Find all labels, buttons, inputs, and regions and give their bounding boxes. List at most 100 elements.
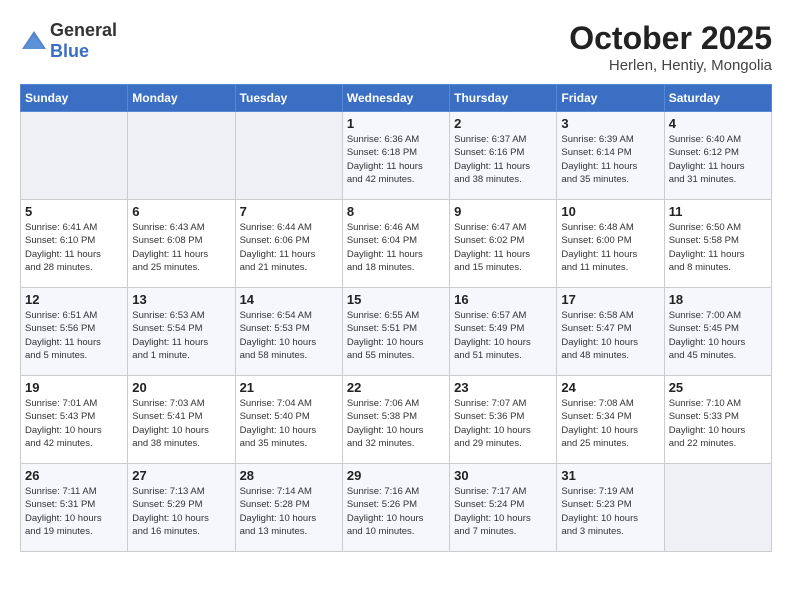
day-number: 24	[561, 380, 659, 395]
calendar-cell: 21 Sunrise: 7:04 AM Sunset: 5:40 PM Dayli…	[235, 376, 342, 464]
weekday-header-tuesday: Tuesday	[235, 85, 342, 112]
calendar-cell: 13 Sunrise: 6:53 AM Sunset: 5:54 PM Dayli…	[128, 288, 235, 376]
logo: General Blue	[20, 20, 117, 62]
calendar-cell: 18Sunrise: 7:00 AM Sunset: 5:45 PM Dayli…	[664, 288, 771, 376]
day-number: 20	[132, 380, 230, 395]
calendar-body: 1 Sunrise: 6:36 AM Sunset: 6:18 PM Daylig…	[21, 112, 772, 552]
weekday-header-wednesday: Wednesday	[342, 85, 449, 112]
day-info: Sunrise: 6:53 AM Sunset: 5:54 PM Dayligh…	[132, 309, 230, 362]
day-info: Sunrise: 7:04 AM Sunset: 5:40 PM Dayligh…	[240, 397, 338, 450]
day-info: Sunrise: 6:47 AM Sunset: 6:02 PM Dayligh…	[454, 221, 552, 274]
calendar-cell: 30 Sunrise: 7:17 AM Sunset: 5:24 PM Dayli…	[450, 464, 557, 552]
day-number: 6	[132, 204, 230, 219]
calendar-cell: 16Sunrise: 6:57 AM Sunset: 5:49 PM Dayli…	[450, 288, 557, 376]
day-info: Sunrise: 7:11 AM Sunset: 5:31 PM Dayligh…	[25, 485, 123, 538]
day-info: Sunrise: 6:50 AM Sunset: 5:58 PM Dayligh…	[669, 221, 767, 274]
calendar-header: SundayMondayTuesdayWednesdayThursdayFrid…	[21, 85, 772, 112]
calendar-cell	[664, 464, 771, 552]
calendar-cell: 28Sunrise: 7:14 AM Sunset: 5:28 PM Dayli…	[235, 464, 342, 552]
calendar-cell: 29 Sunrise: 7:16 AM Sunset: 5:26 PM Dayli…	[342, 464, 449, 552]
calendar-cell	[128, 112, 235, 200]
logo-icon	[20, 27, 48, 55]
weekday-header-friday: Friday	[557, 85, 664, 112]
day-info: Sunrise: 6:40 AM Sunset: 6:12 PM Dayligh…	[669, 133, 767, 186]
title-block: October 2025 Herlen, Hentiy, Mongolia	[569, 20, 772, 74]
calendar-week-3: 12Sunrise: 6:51 AM Sunset: 5:56 PM Dayli…	[21, 288, 772, 376]
day-info: Sunrise: 6:44 AM Sunset: 6:06 PM Dayligh…	[240, 221, 338, 274]
calendar-cell: 27 Sunrise: 7:13 AM Sunset: 5:29 PM Dayli…	[128, 464, 235, 552]
day-number: 1	[347, 116, 445, 131]
day-number: 17	[561, 292, 659, 307]
day-number: 5	[25, 204, 123, 219]
day-info: Sunrise: 6:43 AM Sunset: 6:08 PM Dayligh…	[132, 221, 230, 274]
day-info: Sunrise: 6:48 AM Sunset: 6:00 PM Dayligh…	[561, 221, 659, 274]
day-number: 22	[347, 380, 445, 395]
calendar-subtitle: Herlen, Hentiy, Mongolia	[569, 57, 772, 74]
calendar-cell: 1 Sunrise: 6:36 AM Sunset: 6:18 PM Daylig…	[342, 112, 449, 200]
page-header: General Blue October 2025 Herlen, Hentiy…	[20, 20, 772, 74]
calendar-table: SundayMondayTuesdayWednesdayThursdayFrid…	[20, 84, 772, 552]
day-number: 4	[669, 116, 767, 131]
day-info: Sunrise: 6:41 AM Sunset: 6:10 PM Dayligh…	[25, 221, 123, 274]
day-number: 26	[25, 468, 123, 483]
day-number: 15	[347, 292, 445, 307]
day-number: 3	[561, 116, 659, 131]
day-number: 13	[132, 292, 230, 307]
weekday-header-sunday: Sunday	[21, 85, 128, 112]
day-info: Sunrise: 7:17 AM Sunset: 5:24 PM Dayligh…	[454, 485, 552, 538]
day-info: Sunrise: 7:10 AM Sunset: 5:33 PM Dayligh…	[669, 397, 767, 450]
day-number: 9	[454, 204, 552, 219]
day-number: 25	[669, 380, 767, 395]
calendar-cell: 11Sunrise: 6:50 AM Sunset: 5:58 PM Dayli…	[664, 200, 771, 288]
day-info: Sunrise: 7:13 AM Sunset: 5:29 PM Dayligh…	[132, 485, 230, 538]
day-number: 29	[347, 468, 445, 483]
day-info: Sunrise: 7:07 AM Sunset: 5:36 PM Dayligh…	[454, 397, 552, 450]
day-info: Sunrise: 7:16 AM Sunset: 5:26 PM Dayligh…	[347, 485, 445, 538]
calendar-cell	[21, 112, 128, 200]
day-info: Sunrise: 7:01 AM Sunset: 5:43 PM Dayligh…	[25, 397, 123, 450]
calendar-cell: 23 Sunrise: 7:07 AM Sunset: 5:36 PM Dayli…	[450, 376, 557, 464]
calendar-cell	[235, 112, 342, 200]
day-number: 30	[454, 468, 552, 483]
calendar-cell: 9 Sunrise: 6:47 AM Sunset: 6:02 PM Daylig…	[450, 200, 557, 288]
day-number: 10	[561, 204, 659, 219]
calendar-cell: 25 Sunrise: 7:10 AM Sunset: 5:33 PM Dayli…	[664, 376, 771, 464]
calendar-cell: 24 Sunrise: 7:08 AM Sunset: 5:34 PM Dayli…	[557, 376, 664, 464]
calendar-cell: 6 Sunrise: 6:43 AM Sunset: 6:08 PM Daylig…	[128, 200, 235, 288]
day-info: Sunrise: 6:36 AM Sunset: 6:18 PM Dayligh…	[347, 133, 445, 186]
weekday-header-row: SundayMondayTuesdayWednesdayThursdayFrid…	[21, 85, 772, 112]
weekday-header-saturday: Saturday	[664, 85, 771, 112]
calendar-week-5: 26 Sunrise: 7:11 AM Sunset: 5:31 PM Dayli…	[21, 464, 772, 552]
day-info: Sunrise: 6:39 AM Sunset: 6:14 PM Dayligh…	[561, 133, 659, 186]
calendar-week-1: 1 Sunrise: 6:36 AM Sunset: 6:18 PM Daylig…	[21, 112, 772, 200]
calendar-cell: 22 Sunrise: 7:06 AM Sunset: 5:38 PM Dayli…	[342, 376, 449, 464]
day-number: 28	[240, 468, 338, 483]
day-info: Sunrise: 7:06 AM Sunset: 5:38 PM Dayligh…	[347, 397, 445, 450]
day-number: 23	[454, 380, 552, 395]
day-number: 27	[132, 468, 230, 483]
weekday-header-monday: Monday	[128, 85, 235, 112]
calendar-week-2: 5 Sunrise: 6:41 AM Sunset: 6:10 PM Daylig…	[21, 200, 772, 288]
calendar-cell: 10 Sunrise: 6:48 AM Sunset: 6:00 PM Dayli…	[557, 200, 664, 288]
calendar-cell: 15Sunrise: 6:55 AM Sunset: 5:51 PM Dayli…	[342, 288, 449, 376]
day-number: 7	[240, 204, 338, 219]
calendar-cell: 8Sunrise: 6:46 AM Sunset: 6:04 PM Daylig…	[342, 200, 449, 288]
calendar-cell: 14Sunrise: 6:54 AM Sunset: 5:53 PM Dayli…	[235, 288, 342, 376]
day-info: Sunrise: 6:58 AM Sunset: 5:47 PM Dayligh…	[561, 309, 659, 362]
day-number: 14	[240, 292, 338, 307]
calendar-cell: 17 Sunrise: 6:58 AM Sunset: 5:47 PM Dayli…	[557, 288, 664, 376]
calendar-cell: 2 Sunrise: 6:37 AM Sunset: 6:16 PM Daylig…	[450, 112, 557, 200]
calendar-cell: 31Sunrise: 7:19 AM Sunset: 5:23 PM Dayli…	[557, 464, 664, 552]
day-number: 2	[454, 116, 552, 131]
day-number: 21	[240, 380, 338, 395]
calendar-cell: 4 Sunrise: 6:40 AM Sunset: 6:12 PM Daylig…	[664, 112, 771, 200]
day-info: Sunrise: 7:08 AM Sunset: 5:34 PM Dayligh…	[561, 397, 659, 450]
day-info: Sunrise: 6:37 AM Sunset: 6:16 PM Dayligh…	[454, 133, 552, 186]
calendar-cell: 19Sunrise: 7:01 AM Sunset: 5:43 PM Dayli…	[21, 376, 128, 464]
weekday-header-thursday: Thursday	[450, 85, 557, 112]
calendar-title: October 2025	[569, 20, 772, 57]
day-number: 12	[25, 292, 123, 307]
calendar-cell: 3 Sunrise: 6:39 AM Sunset: 6:14 PM Daylig…	[557, 112, 664, 200]
calendar-cell: 26 Sunrise: 7:11 AM Sunset: 5:31 PM Dayli…	[21, 464, 128, 552]
calendar-cell: 7 Sunrise: 6:44 AM Sunset: 6:06 PM Daylig…	[235, 200, 342, 288]
